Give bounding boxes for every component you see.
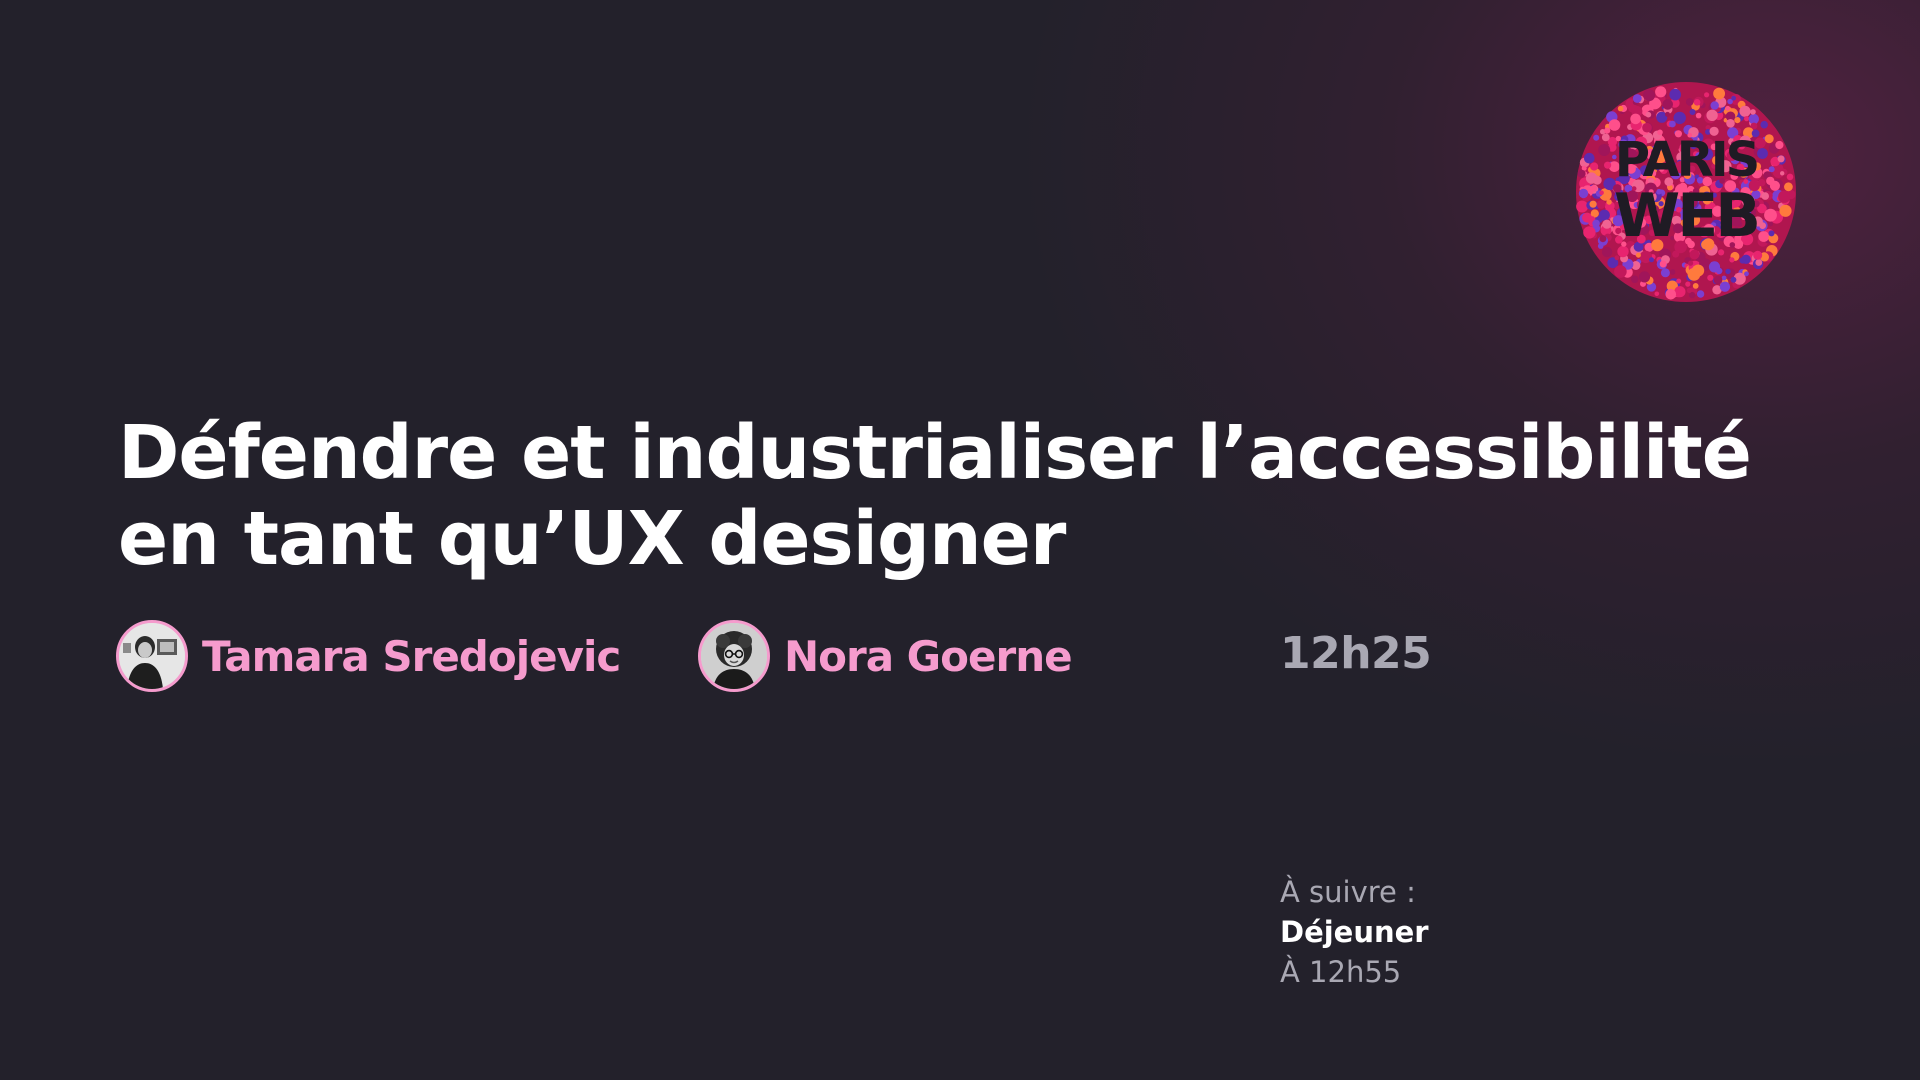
talk-title: Défendre et industrialiser l’accessibili…: [118, 410, 1752, 582]
logo-text-paris: PARIS: [1615, 132, 1758, 188]
speaker-photo-icon: [119, 623, 185, 689]
talk-title-line-2: en tant qu’UX designer: [118, 496, 1066, 582]
speaker-nora: Nora Goerne: [698, 620, 1073, 692]
speaker-avatar-tamara: [116, 620, 188, 692]
speaker-name: Nora Goerne: [784, 631, 1073, 681]
up-next-panel: À suivre : Déjeuner À 12h55: [1280, 872, 1429, 992]
up-next-time: À 12h55: [1280, 955, 1402, 989]
talk-title-line-1: Défendre et industrialiser l’accessibili…: [118, 410, 1752, 496]
speaker-tamara: Tamara Sredojevic: [116, 620, 621, 692]
paris-web-logo: PARIS WEB: [1572, 78, 1800, 306]
up-next-title: Déjeuner: [1280, 915, 1429, 949]
paris-web-logo-icon: PARIS WEB: [1576, 82, 1796, 302]
talk-time: 12h25: [1280, 628, 1432, 679]
speaker-photo-icon: [701, 623, 767, 689]
logo-text-web: WEB: [1614, 181, 1758, 251]
up-next-label: À suivre :: [1280, 875, 1416, 909]
speaker-avatar-nora: [698, 620, 770, 692]
speaker-name: Tamara Sredojevic: [202, 631, 621, 681]
